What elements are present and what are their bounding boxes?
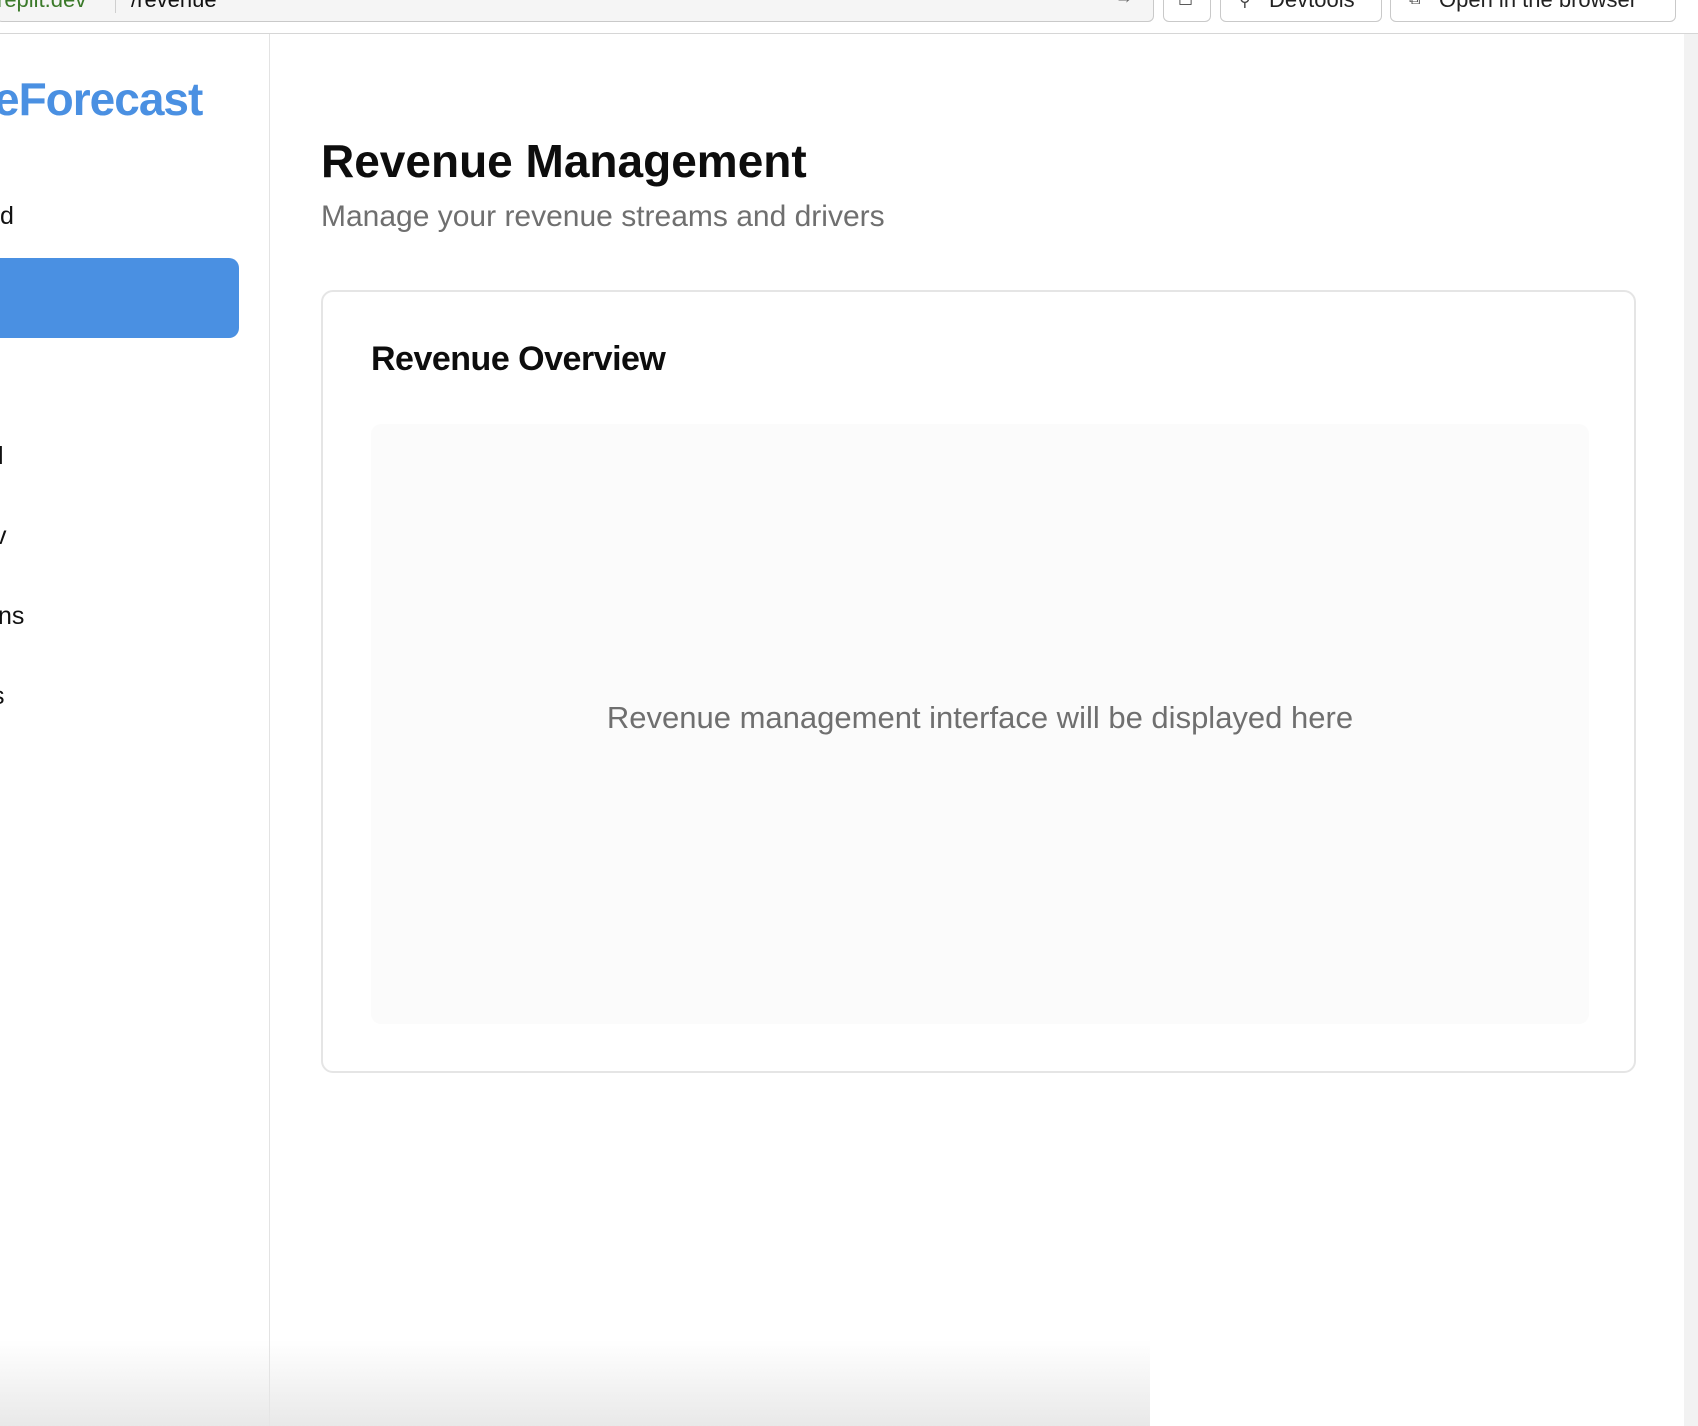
sidebar-item-dashboard[interactable]: d xyxy=(0,194,240,242)
sidebar-item-label: l xyxy=(0,442,4,470)
revenue-overview-card: Revenue Overview Revenue management inte… xyxy=(321,290,1636,1073)
open-in-browser-label: Open in the browser xyxy=(1439,0,1637,13)
sidebar-item-label: ns xyxy=(0,602,25,630)
external-link-icon: ⧉ xyxy=(1409,0,1420,9)
page-subtitle: Manage your revenue streams and drivers xyxy=(321,200,885,233)
app-logo[interactable]: eForecast xyxy=(0,72,203,126)
sidebar-item-label: s xyxy=(0,682,5,711)
open-in-browser-button[interactable]: ⧉ Open in the browser xyxy=(1390,0,1676,22)
monitor-icon: ▭ xyxy=(1178,0,1194,10)
placeholder-text: Revenue management interface will be dis… xyxy=(606,700,1354,735)
arrow-right-icon[interactable]: → xyxy=(1115,0,1133,8)
browser-toolbar: replit.dev /revenue → ▭ ⚲ Devtools ⧉ Ope… xyxy=(0,0,1698,34)
sidebar-item-revenue-active[interactable] xyxy=(0,258,239,338)
sidebar-item-label: d xyxy=(0,202,14,230)
sidebar-item-3[interactable]: l xyxy=(0,434,240,482)
card-title: Revenue Overview xyxy=(371,340,666,378)
sidebar: eForecast d l v ns s xyxy=(0,34,270,1426)
sidebar-item-5[interactable]: ns xyxy=(0,594,240,642)
url-divider xyxy=(115,0,116,13)
devtools-button[interactable]: ⚲ Devtools xyxy=(1220,0,1382,22)
sidebar-item-4[interactable]: v xyxy=(0,514,240,562)
sidebar-item-6[interactable]: s xyxy=(0,674,240,722)
devtools-label: Devtools xyxy=(1269,0,1355,13)
url-domain: replit.dev xyxy=(0,0,86,13)
wrench-icon: ⚲ xyxy=(1239,0,1251,10)
page-title: Revenue Management xyxy=(321,135,807,187)
sidebar-item-label: v xyxy=(0,522,7,550)
url-path[interactable]: /revenue xyxy=(131,0,217,13)
placeholder-panel: Revenue management interface will be dis… xyxy=(371,424,1589,1024)
address-bar[interactable]: replit.dev /revenue → xyxy=(0,0,1154,22)
device-preview-button[interactable]: ▭ xyxy=(1163,0,1211,22)
main-content: Revenue Management Manage your revenue s… xyxy=(271,34,1691,1426)
page-scrollbar[interactable] xyxy=(1684,34,1698,1426)
